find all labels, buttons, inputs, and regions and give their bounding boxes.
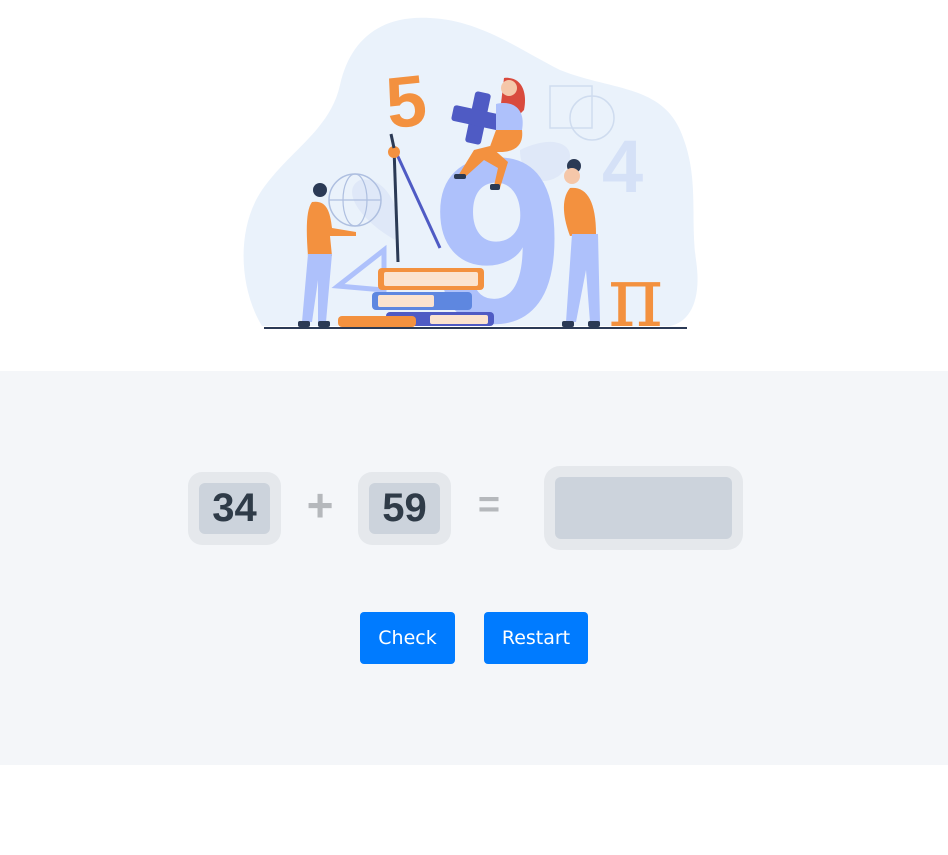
math-illustration: 4 9 5 π: [243, 17, 698, 371]
equation-panel: 34 + 59 = Check Restart: [0, 371, 948, 765]
answer-input[interactable]: [555, 477, 732, 539]
answer-box: [544, 466, 743, 550]
glyph-five: 5: [382, 61, 430, 145]
check-button[interactable]: Check: [360, 612, 455, 664]
operand-a: 34: [199, 483, 270, 534]
glyph-pi: π: [608, 248, 663, 346]
operand-b-box: 59: [358, 472, 451, 545]
operand-a-box: 34: [188, 472, 281, 545]
plus-operator: +: [306, 479, 334, 531]
operand-b: 59: [369, 483, 440, 534]
equals-sign: =: [477, 483, 501, 526]
hero-illustration-area: 4 9 5 π: [0, 0, 948, 371]
restart-button[interactable]: Restart: [484, 612, 588, 664]
glyph-four: 4: [602, 125, 643, 208]
